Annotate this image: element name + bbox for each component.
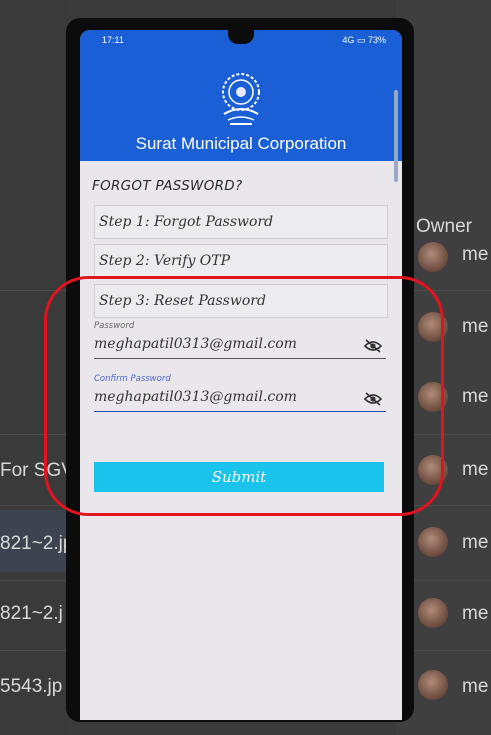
background-row-suffix: me	[462, 244, 489, 265]
status-time: 17:11	[102, 35, 124, 45]
background-avatar	[418, 242, 448, 272]
background-avatar	[418, 598, 448, 628]
network-label: 4G	[342, 35, 355, 45]
app-header: 17:11 4G ▭ 73% Surat Municipal Corporati…	[80, 30, 402, 182]
battery-icon: ▭	[356, 35, 366, 45]
background-owner-label: Owner	[416, 216, 472, 237]
background-avatar	[418, 527, 448, 557]
background-row-snippet: 5543.jp	[0, 676, 63, 697]
background-row-suffix: me	[462, 603, 489, 624]
scrollbar[interactable]	[394, 90, 398, 182]
camera-notch	[228, 30, 254, 44]
background-row-suffix: me	[462, 316, 489, 337]
background-row-snippet: 821~2.j	[0, 603, 63, 624]
background-row-snippet: 821~2.jp	[0, 533, 74, 554]
surat-municipal-corporation-emblem-icon	[222, 73, 260, 125]
background-row-suffix: me	[462, 532, 489, 553]
step-forgot-password[interactable]: Step 1: Forgot Password	[94, 205, 388, 239]
background-row-suffix: me	[462, 676, 489, 697]
background-row-suffix: me	[462, 386, 489, 407]
highlight-annotation	[44, 276, 444, 516]
background-row-suffix: me	[462, 459, 489, 480]
app-title: Surat Municipal Corporation	[135, 134, 347, 153]
step-verify-otp[interactable]: Step 2: Verify OTP	[94, 244, 388, 278]
status-icons: 4G ▭ 73%	[342, 35, 386, 46]
background-avatar	[418, 670, 448, 700]
battery-level: 73%	[367, 35, 386, 45]
page-title: FORGOT PASSWORD?	[92, 178, 243, 194]
